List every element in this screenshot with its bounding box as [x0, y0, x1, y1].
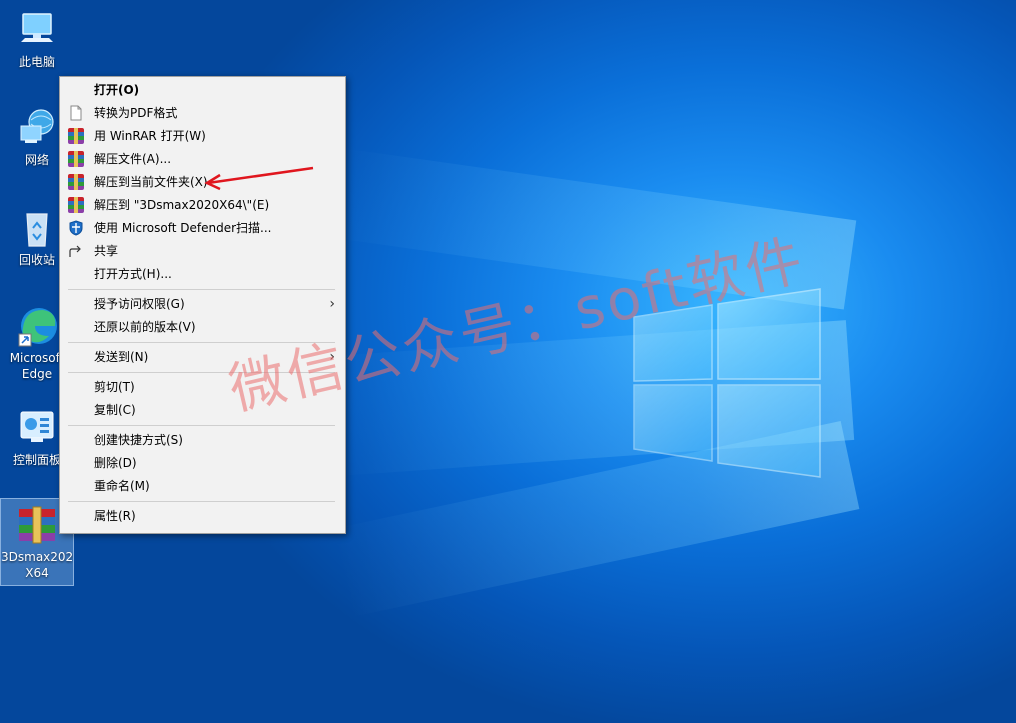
- menu-separator: [68, 372, 335, 373]
- winrar-icon: [68, 128, 84, 144]
- menu-item-properties[interactable]: 属性(R): [60, 505, 345, 528]
- menu-item-open-with[interactable]: 打开方式(H)...: [60, 263, 345, 286]
- menu-item-open-with-winrar[interactable]: 用 WinRAR 打开(W): [60, 125, 345, 148]
- menu-item-grant-access[interactable]: 授予访问权限(G) ›: [60, 293, 345, 316]
- control-panel-icon: [15, 406, 59, 450]
- menu-separator: [68, 501, 335, 502]
- winrar-icon: [68, 151, 84, 167]
- menu-item-copy[interactable]: 复制(C): [60, 399, 345, 422]
- chevron-right-icon: ›: [329, 296, 335, 312]
- menu-item-open[interactable]: 打开(O): [60, 79, 345, 102]
- menu-item-rename[interactable]: 重命名(M): [60, 475, 345, 498]
- desktop-icon-label: 此电脑: [18, 55, 55, 69]
- document-icon: [70, 105, 82, 121]
- context-menu: 打开(O) 转换为PDF格式 用 WinRAR 打开(W) 解压文件(A)...…: [59, 76, 346, 534]
- recycle-bin-icon: [15, 206, 59, 250]
- desktop-icon-label: X64: [25, 566, 49, 580]
- menu-separator: [68, 425, 335, 426]
- edge-icon: [15, 304, 59, 348]
- windows-logo: [633, 288, 821, 478]
- winrar-icon: [68, 174, 84, 190]
- annotation-arrow: [204, 166, 314, 191]
- computer-icon: [15, 8, 59, 52]
- desktop-icon-this-pc[interactable]: 此电脑: [0, 8, 74, 70]
- winrar-archive-icon: [15, 503, 59, 547]
- menu-item-defender-scan[interactable]: 使用 Microsoft Defender扫描...: [60, 217, 345, 240]
- menu-item-cut[interactable]: 剪切(T): [60, 376, 345, 399]
- light-beam: [328, 148, 857, 310]
- defender-shield-icon: [69, 220, 83, 236]
- desktop-icon-label: 3Dsmax2020: [1, 550, 73, 564]
- network-icon: [15, 106, 59, 150]
- menu-item-extract-to-folder[interactable]: 解压到 "3Dsmax2020X64\"(E): [60, 194, 345, 217]
- menu-item-restore-versions[interactable]: 还原以前的版本(V): [60, 316, 345, 339]
- menu-item-delete[interactable]: 删除(D): [60, 452, 345, 475]
- share-icon: [69, 245, 81, 257]
- menu-item-convert-pdf[interactable]: 转换为PDF格式: [60, 102, 345, 125]
- menu-separator: [68, 342, 335, 343]
- chevron-right-icon: ›: [329, 349, 335, 365]
- menu-item-share[interactable]: 共享: [60, 240, 345, 263]
- menu-item-create-shortcut[interactable]: 创建快捷方式(S): [60, 429, 345, 452]
- menu-item-send-to[interactable]: 发送到(N) ›: [60, 346, 345, 369]
- menu-separator: [68, 289, 335, 290]
- winrar-icon: [68, 197, 84, 213]
